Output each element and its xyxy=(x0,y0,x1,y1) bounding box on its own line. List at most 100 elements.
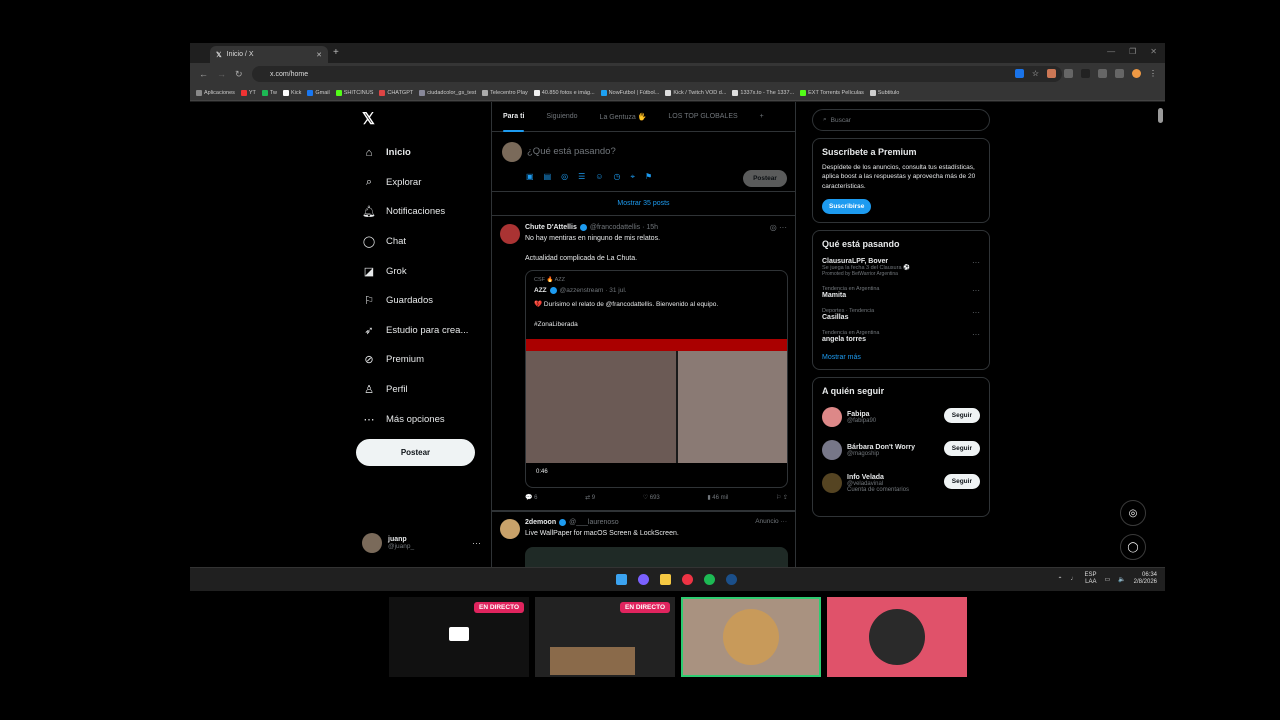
gif-icon[interactable]: ▤ xyxy=(544,172,552,182)
tab-0[interactable]: Para ti xyxy=(492,102,535,132)
participant-tile[interactable]: EN DIRECTO xyxy=(389,597,529,677)
bookmark-item[interactable]: 1337x.to - The 1337... xyxy=(732,89,794,96)
follow-button[interactable]: Seguir xyxy=(943,441,980,457)
tweet-author[interactable]: 2demoon xyxy=(525,519,556,526)
avatar[interactable] xyxy=(1132,69,1141,78)
reload-icon[interactable]: ↻ xyxy=(235,69,243,80)
compose-post-button[interactable]: Postear xyxy=(743,170,787,187)
trend-item[interactable]: Deportes · Tendencia Casillas ··· xyxy=(822,308,980,321)
bookmark-item[interactable]: Kick / Twitch VOD d... xyxy=(665,89,726,96)
trend-item[interactable]: ClausuraLPF, Bover Se juega la fecha 3 d… xyxy=(822,258,980,277)
more-icon[interactable]: ··· xyxy=(972,258,980,267)
tab-3[interactable]: LOS TOP GLOBALES xyxy=(657,102,748,132)
close-tab-icon[interactable]: ✕ xyxy=(316,51,322,59)
show-more-link[interactable]: Mostrar más xyxy=(822,354,980,361)
tab-1[interactable]: Siguiendo xyxy=(535,102,588,132)
participant-tile-active[interactable] xyxy=(681,597,821,677)
language-indicator[interactable]: ESP LAA xyxy=(1084,572,1096,586)
like-button[interactable]: ♡ 693 xyxy=(643,494,660,501)
sidebar-item-bell[interactable]: 🔔︎ Notificaciones xyxy=(362,197,468,227)
spotify-icon[interactable] xyxy=(704,574,715,585)
bookmark-item[interactable]: ciudadcolor_gs_test xyxy=(419,89,476,96)
subscribe-button[interactable]: Suscribirse xyxy=(822,199,872,215)
sidebar-item-bookmark[interactable]: ⚐ Guardados xyxy=(362,286,468,316)
tweet[interactable]: 2demoon @___laurenoso Anuncio ··· Live W… xyxy=(492,511,795,567)
volume-icon[interactable]: 🔈 xyxy=(1118,576,1125,583)
views-button[interactable]: ▮ 46 mil xyxy=(707,494,728,501)
network-icon[interactable]: ▭ xyxy=(1104,576,1110,583)
bookmark-share[interactable]: ⚐ ⇪ xyxy=(776,494,788,501)
account-switcher[interactable]: juanp @juanp_ xyxy=(362,533,414,553)
quote-hashtag[interactable]: #ZonaLiberada xyxy=(534,321,578,328)
bookmark-item[interactable]: 40.850 fotos e imág... xyxy=(533,89,595,96)
messages-icon[interactable]: ◯ xyxy=(1120,534,1146,560)
back-icon[interactable]: ← xyxy=(199,69,208,79)
extension-icon[interactable] xyxy=(1014,69,1024,78)
chat-app-icon[interactable] xyxy=(638,574,649,585)
sidebar-item-chat[interactable]: ◯ Chat xyxy=(362,227,468,257)
extension-icon[interactable] xyxy=(1098,69,1107,78)
bookmark-item[interactable]: NowFutbol | Fútbol... xyxy=(600,89,659,96)
sidebar-item-home[interactable]: ⌂ Inicio xyxy=(362,138,468,168)
minimize-icon[interactable]: — xyxy=(1107,47,1115,56)
x-logo-icon[interactable]: 𝕏 xyxy=(362,109,375,129)
avatar[interactable] xyxy=(500,519,520,539)
more-icon[interactable]: ··· xyxy=(972,286,980,295)
grok-icon[interactable]: ◎ xyxy=(561,172,568,182)
maximize-icon[interactable]: ❐ xyxy=(1129,47,1136,56)
video-player[interactable] xyxy=(526,339,787,463)
sidebar-item-premium[interactable]: ⊘ Premium xyxy=(362,345,468,375)
trend-item[interactable]: Tendencia en Argentina Mamita ··· xyxy=(822,286,980,299)
grok-icon[interactable]: ◎ xyxy=(1120,500,1146,526)
post-button[interactable]: Postear xyxy=(356,439,475,466)
url-field[interactable]: x.com/home xyxy=(252,66,1062,82)
location-icon[interactable]: ⌖ xyxy=(630,172,635,182)
more-icon[interactable]: ··· xyxy=(972,330,980,339)
bookmark-item[interactable]: Aplicaciones xyxy=(196,89,235,96)
emoji-icon[interactable]: ☺ xyxy=(595,172,603,182)
mic-icon[interactable]: ♩ xyxy=(1070,576,1076,582)
close-window-icon[interactable]: ✕ xyxy=(1150,47,1157,56)
schedule-icon[interactable]: ◷ xyxy=(613,172,620,182)
sidebar-item-profile[interactable]: ♙ Perfil xyxy=(362,375,468,405)
reply-button[interactable]: 💬 6 xyxy=(525,494,537,501)
quote-author[interactable]: AZZ xyxy=(534,287,547,294)
sidebar-item-more[interactable]: ⋯ Más opciones xyxy=(362,404,468,434)
bookmark-item[interactable]: YT xyxy=(240,89,256,96)
chevron-up-icon[interactable]: ⌃ xyxy=(1057,576,1062,583)
extension-icon[interactable] xyxy=(1081,69,1090,78)
bookmark-item[interactable]: Gmail xyxy=(307,89,330,96)
forward-icon[interactable]: → xyxy=(217,69,226,79)
bookmark-item[interactable]: Kick xyxy=(282,89,301,96)
ad-image[interactable] xyxy=(525,547,788,567)
follow-suggestion[interactable]: Fabipa @fabipa90 Seguir xyxy=(822,405,980,429)
clock[interactable]: 06:34 2/8/2026 xyxy=(1134,572,1157,586)
avatar[interactable] xyxy=(822,440,842,461)
image-icon[interactable]: ▣ xyxy=(526,172,534,182)
bookmark-item[interactable]: EXT Torrents Películas xyxy=(800,89,864,96)
avatar[interactable] xyxy=(822,407,842,428)
bookmark-item[interactable]: Tw xyxy=(261,89,277,96)
tab-2[interactable]: La Gentuza 🖐 xyxy=(589,102,658,132)
tweet-author[interactable]: Chute D'Attellis xyxy=(525,224,577,231)
chrome-icon[interactable] xyxy=(682,574,693,585)
new-tab-icon[interactable]: + xyxy=(333,47,339,58)
bookmark-item[interactable]: SHITCINUS xyxy=(335,89,373,96)
sidebar-item-search[interactable]: ⌕ Explorar xyxy=(362,168,468,198)
more-icon[interactable]: ··· xyxy=(972,308,980,317)
flag-icon[interactable]: ⚑ xyxy=(645,172,652,182)
steam-icon[interactable] xyxy=(726,574,737,585)
tab-inicio[interactable]: 𝕏 Inicio / X ✕ xyxy=(210,46,328,63)
follow-button[interactable]: Seguir xyxy=(943,474,980,490)
add-tab-icon[interactable]: + xyxy=(749,102,775,132)
bookmark-item[interactable]: CHATGPT xyxy=(379,89,413,96)
windows-start-icon[interactable] xyxy=(616,574,627,585)
avatar[interactable] xyxy=(500,224,520,244)
bookmark-item[interactable]: Telecentro Play xyxy=(482,89,528,96)
file-explorer-icon[interactable] xyxy=(660,574,671,585)
follow-suggestion[interactable]: Bárbara Don't Worry @magoship Seguir xyxy=(822,438,980,462)
extension-icon[interactable] xyxy=(1064,69,1073,78)
follow-suggestion[interactable]: Info Velada @veladavinal Cuenta de comenta… xyxy=(822,471,980,495)
search-input[interactable]: ⌕ Buscar xyxy=(812,109,990,131)
quoted-tweet[interactable]: CSF 🔥 AZZ AZZ @azzenstream · 31 jul. 💔 D… xyxy=(525,270,788,488)
